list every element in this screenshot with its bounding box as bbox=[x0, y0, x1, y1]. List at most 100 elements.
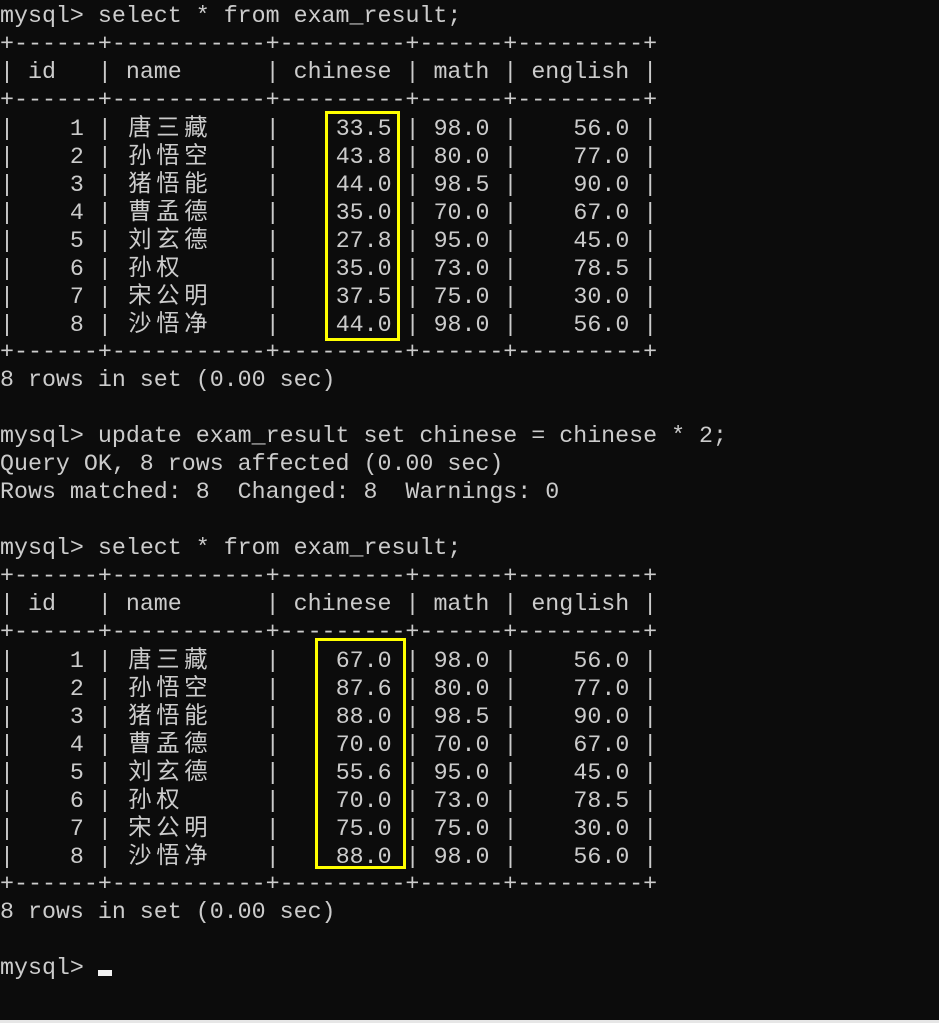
cell-math: 80.0 bbox=[433, 144, 490, 170]
cell-english: 77.0 bbox=[531, 144, 630, 170]
sql-command: select * from exam_result; bbox=[97, 3, 462, 29]
cell-id: 6 bbox=[27, 788, 84, 814]
cell-name: 曹孟德 bbox=[128, 198, 208, 225]
cell-name: 宋公明 bbox=[128, 282, 208, 309]
cell-id: 3 bbox=[27, 172, 84, 198]
table-header: | id | name | chinese | math | english | bbox=[0, 591, 658, 617]
highlight-box-chinese-after bbox=[315, 638, 406, 869]
table-header: | id | name | chinese | math | english | bbox=[0, 59, 658, 85]
cell-id: 1 bbox=[27, 648, 84, 674]
cell-name: 刘玄德 bbox=[128, 758, 208, 785]
command-line-select: mysql> select * from exam_result; bbox=[0, 2, 727, 30]
column-header-id: id bbox=[27, 59, 56, 85]
column-header-id: id bbox=[27, 591, 56, 617]
cell-english: 77.0 bbox=[531, 676, 630, 702]
table-border: +------+-----------+---------+------+---… bbox=[0, 339, 658, 365]
cell-math: 70.0 bbox=[433, 732, 490, 758]
cell-id: 7 bbox=[27, 816, 84, 842]
cell-name: 唐三藏 bbox=[128, 114, 208, 141]
highlight-box-chinese-before bbox=[325, 111, 400, 341]
cell-math: 75.0 bbox=[433, 816, 490, 842]
cell-math: 73.0 bbox=[433, 788, 490, 814]
cell-english: 67.0 bbox=[531, 732, 630, 758]
cell-id: 1 bbox=[27, 116, 84, 142]
table-border: +------+-----------+---------+------+---… bbox=[0, 871, 658, 897]
cell-name: 刘玄德 bbox=[128, 226, 208, 253]
cell-name: 沙悟净 bbox=[128, 842, 208, 869]
cell-id: 7 bbox=[27, 284, 84, 310]
column-header-name: name bbox=[125, 59, 182, 85]
result-summary: 8 rows in set (0.00 sec) bbox=[0, 898, 727, 926]
column-header-name: name bbox=[125, 591, 182, 617]
cell-id: 2 bbox=[27, 144, 84, 170]
table-border: +------+-----------+---------+------+---… bbox=[0, 563, 658, 589]
cell-english: 30.0 bbox=[531, 284, 630, 310]
cell-math: 95.0 bbox=[433, 760, 490, 786]
command-line-select: mysql> select * from exam_result; bbox=[0, 534, 727, 562]
cell-english: 56.0 bbox=[531, 116, 630, 142]
cell-name: 孙权 bbox=[128, 254, 180, 281]
query-ok-text: Query OK, 8 rows affected (0.00 sec) bbox=[0, 451, 504, 477]
cell-english: 67.0 bbox=[531, 200, 630, 226]
cell-name: 猪悟能 bbox=[128, 702, 208, 729]
cell-name: 唐三藏 bbox=[128, 646, 208, 673]
column-header-chinese: chinese bbox=[293, 591, 392, 617]
column-header-math: math bbox=[433, 591, 490, 617]
cell-math: 98.0 bbox=[433, 648, 490, 674]
cell-math: 70.0 bbox=[433, 200, 490, 226]
cell-math: 98.5 bbox=[433, 172, 490, 198]
cell-english: 90.0 bbox=[531, 704, 630, 730]
cell-math: 73.0 bbox=[433, 256, 490, 282]
cell-id: 5 bbox=[27, 760, 84, 786]
result-summary: 8 rows in set (0.00 sec) bbox=[0, 366, 727, 394]
rows-in-set-text: 8 rows in set (0.00 sec) bbox=[0, 367, 336, 393]
cell-english: 45.0 bbox=[531, 760, 630, 786]
cell-english: 56.0 bbox=[531, 312, 630, 338]
command-line-update: mysql> update exam_result set chinese = … bbox=[0, 422, 727, 450]
query-ok-line: Query OK, 8 rows affected (0.00 sec) bbox=[0, 450, 727, 478]
rows-matched-text: Rows matched: 8 Changed: 8 Warnings: 0 bbox=[0, 479, 560, 505]
column-header-math: math bbox=[433, 59, 490, 85]
cell-id: 4 bbox=[27, 732, 84, 758]
cell-name: 宋公明 bbox=[128, 814, 208, 841]
mysql-prompt: mysql> bbox=[0, 535, 98, 561]
cell-name: 曹孟德 bbox=[128, 730, 208, 757]
mysql-prompt: mysql> bbox=[0, 955, 98, 981]
cell-math: 95.0 bbox=[433, 228, 490, 254]
cell-id: 6 bbox=[27, 256, 84, 282]
table-border: +------+-----------+---------+------+---… bbox=[0, 31, 658, 57]
cell-id: 8 bbox=[27, 312, 84, 338]
column-header-english: english bbox=[531, 59, 630, 85]
cell-name: 孙悟空 bbox=[128, 674, 208, 701]
cell-math: 98.0 bbox=[433, 844, 490, 870]
cell-english: 30.0 bbox=[531, 816, 630, 842]
sql-command: select * from exam_result; bbox=[97, 535, 462, 561]
cell-name: 孙权 bbox=[128, 786, 180, 813]
text-cursor[interactable] bbox=[97, 970, 112, 976]
cell-english: 45.0 bbox=[531, 228, 630, 254]
cell-math: 98.0 bbox=[433, 116, 490, 142]
cell-english: 56.0 bbox=[531, 648, 630, 674]
cell-id: 2 bbox=[27, 676, 84, 702]
mysql-prompt: mysql> bbox=[0, 3, 98, 29]
active-prompt-line: mysql> bbox=[0, 954, 727, 982]
sql-command: update exam_result set chinese = chinese… bbox=[97, 423, 727, 449]
cell-english: 56.0 bbox=[531, 844, 630, 870]
cell-name: 猪悟能 bbox=[128, 170, 208, 197]
mysql-prompt: mysql> bbox=[0, 423, 98, 449]
cell-english: 90.0 bbox=[531, 172, 630, 198]
column-header-chinese: chinese bbox=[293, 59, 392, 85]
cell-id: 5 bbox=[27, 228, 84, 254]
cell-math: 98.5 bbox=[433, 704, 490, 730]
cell-id: 8 bbox=[27, 844, 84, 870]
cell-math: 98.0 bbox=[433, 312, 490, 338]
cell-name: 孙悟空 bbox=[128, 142, 208, 169]
cell-english: 78.5 bbox=[531, 788, 630, 814]
rows-matched-line: Rows matched: 8 Changed: 8 Warnings: 0 bbox=[0, 478, 727, 506]
cell-math: 80.0 bbox=[433, 676, 490, 702]
cell-id: 4 bbox=[27, 200, 84, 226]
rows-in-set-text: 8 rows in set (0.00 sec) bbox=[0, 899, 336, 925]
